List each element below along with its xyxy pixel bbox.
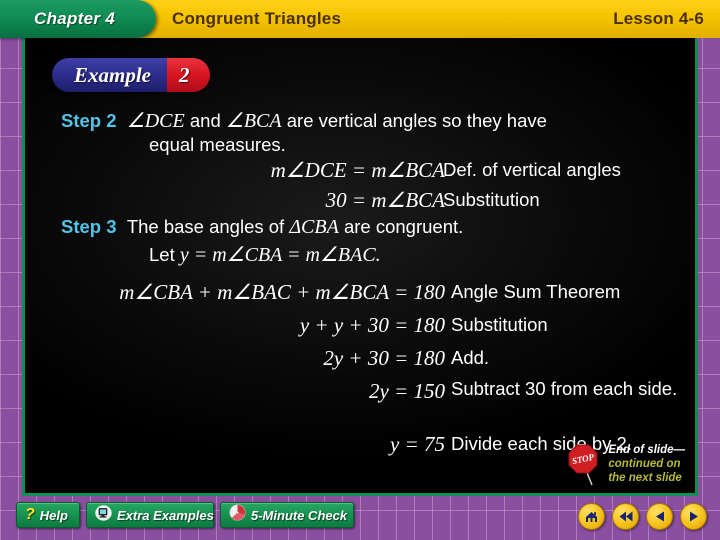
end-of-slide-line-2: continued on: [608, 458, 681, 470]
chapter-tab-label: Chapter 4: [34, 9, 116, 28]
next-icon[interactable]: [680, 503, 707, 530]
proof-statement: y = 75: [390, 432, 445, 456]
example-badge: Example 2: [52, 58, 210, 92]
computer-monitor-icon: [95, 504, 112, 526]
step-2-angle-dce: ∠DCE: [126, 110, 185, 132]
help-button[interactable]: ? Help: [16, 502, 80, 528]
step-2-tail: are vertical angles so they have: [281, 110, 547, 131]
example-badge-right: 2: [167, 58, 210, 92]
step-3-let-equation: y = m∠CBA = m∠BAC.: [179, 244, 381, 266]
proof-reason: Angle Sum Theorem: [451, 281, 621, 302]
help-button-label: Help: [39, 507, 68, 523]
previous-icon[interactable]: [646, 503, 673, 530]
step-2-line-2: equal measures.: [149, 134, 286, 155]
step-2-label: Step 2: [61, 110, 117, 131]
proof-statement: m∠CBA + m∠BAC + m∠BCA = 180: [119, 280, 445, 304]
example-badge-left: Example: [52, 58, 167, 92]
slide-content-area: Example 2 Step 2 ∠DCE and ∠BCA are verti…: [25, 38, 695, 493]
chapter-tab: Chapter 4: [0, 0, 156, 38]
step-2-angle-bca: ∠BCA: [225, 110, 282, 132]
step-3-text-end: are congruent.: [338, 216, 464, 237]
home-icon[interactable]: [578, 503, 605, 530]
proof-statement: 2y + 30 = 180: [323, 346, 445, 370]
question-mark-icon: ?: [25, 506, 35, 523]
step-3-text: The base angles of: [126, 216, 290, 237]
header-lesson-number: Lesson 4-6: [613, 9, 704, 28]
end-of-slide-notice: STOP End of slide— continued on the next…: [566, 443, 685, 487]
proof-reason: Add.: [451, 347, 490, 368]
proof-reason: Substitution: [451, 314, 548, 335]
end-of-slide-text: End of slide— continued on the next slid…: [608, 443, 685, 487]
step-3-label: Step 3: [61, 216, 117, 237]
header-chapter-title: Congruent Triangles: [172, 9, 342, 28]
proof-reason: Def. of vertical angles: [443, 159, 621, 180]
step-2-conjunction: and: [184, 110, 226, 131]
step-3-line-2: Let y = m∠CBA = m∠BAC.: [149, 242, 381, 267]
end-of-slide-line-3: the next slide: [608, 472, 682, 484]
proof-statement: 30 = m∠BCA: [325, 188, 445, 212]
example-badge-label: Example: [74, 62, 151, 87]
proof-reason: Substitution: [443, 189, 540, 210]
five-minute-check-button[interactable]: 5-Minute Check: [220, 502, 354, 528]
example-badge-number: 2: [179, 62, 190, 87]
presentation-slide: Congruent Triangles Lesson 4-6 Chapter 4…: [0, 0, 720, 540]
step-2-line: Step 2 ∠DCE and ∠BCA are vertical angles…: [61, 108, 547, 133]
proof-statement: 2y = 150: [369, 379, 445, 403]
five-minute-check-button-label: 5-Minute Check: [251, 507, 348, 523]
step-3-triangle-cba: ΔCBA: [289, 216, 339, 238]
step-3-let-prefix: Let: [149, 244, 180, 265]
step-3-line: Step 3 The base angles of ΔCBA are congr…: [61, 216, 463, 239]
clock-icon: [229, 504, 246, 526]
extra-examples-button-label: Extra Examples: [117, 507, 214, 523]
extra-examples-button[interactable]: Extra Examples: [86, 502, 214, 528]
proof-statement: m∠DCE = m∠BCA: [270, 158, 445, 182]
proof-statement: y + y + 30 = 180: [299, 313, 445, 337]
rewind-icon[interactable]: [612, 503, 639, 530]
proof-reason: Subtract 30 from each side.: [451, 378, 678, 399]
slide-content-panel: Example 2 Step 2 ∠DCE and ∠BCA are verti…: [22, 38, 698, 496]
bottom-toolbar: ? Help Extra Examples 5-Minute Check: [0, 496, 720, 540]
stop-sign-icon: STOP: [566, 443, 602, 487]
end-of-slide-line-1: End of slide—: [608, 444, 685, 456]
